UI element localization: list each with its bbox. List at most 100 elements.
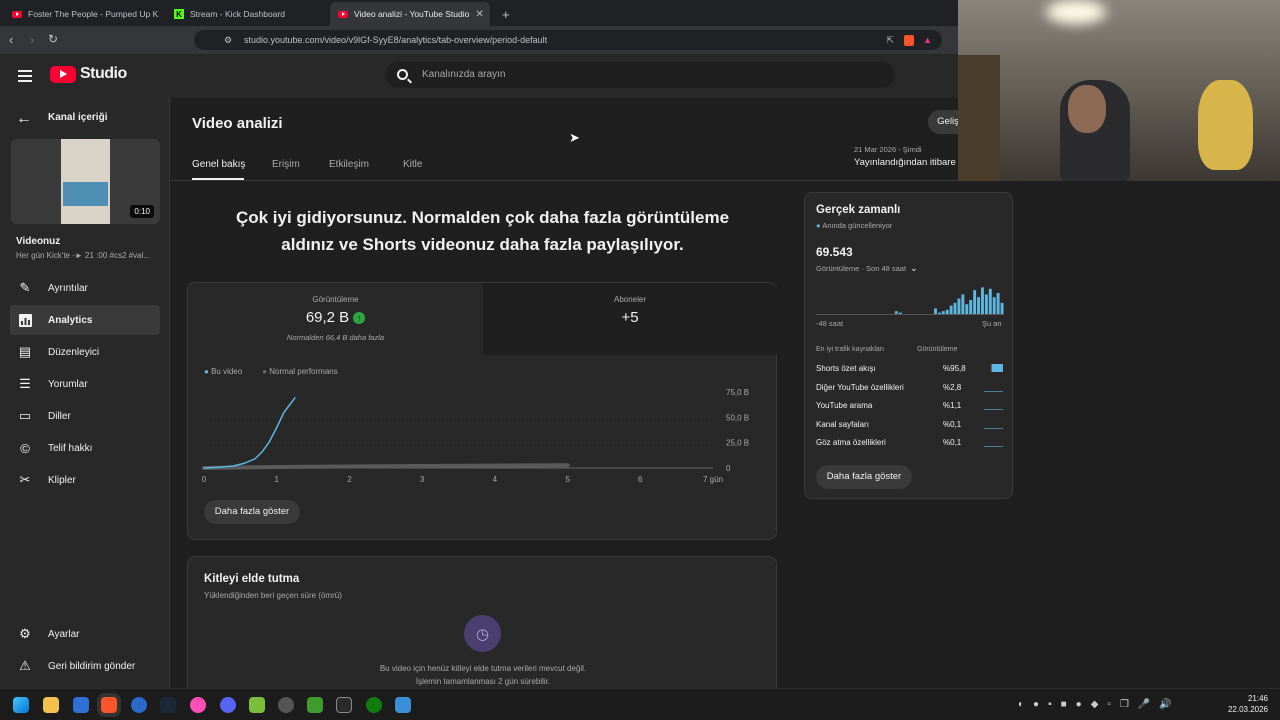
tab-title: Stream - Kick Dashboard [190, 9, 285, 19]
realtime-period-selector[interactable]: Görüntüleme · Son 48 saat ⌄ [816, 263, 918, 274]
channel-search-input[interactable]: Kanalınızda arayın [385, 62, 895, 88]
traffic-source-row[interactable]: Göz atma özellikleri %0,1 [816, 438, 1004, 452]
date-range[interactable]: 21 Mar 2026 - Şimdi [854, 145, 922, 154]
app-icon[interactable] [131, 697, 147, 713]
new-tab-button[interactable]: + [494, 2, 516, 26]
views-value: 69,2 B [305, 309, 350, 326]
sparkline [984, 364, 1003, 372]
period-selector[interactable]: Yayınlandığından itibare [854, 157, 956, 168]
realtime-bar-chart[interactable] [816, 285, 1004, 315]
sidebar-item-label: Düzenleyici [48, 346, 100, 358]
traffic-source-value: %95,8 [943, 364, 966, 373]
video-thumbnail[interactable]: 0:10 [11, 139, 160, 224]
epic-games-icon[interactable] [336, 697, 352, 713]
views-note: Normalden 66,4 B daha fazla [286, 333, 385, 342]
series-line [203, 397, 296, 469]
windows-start-icon[interactable] [13, 697, 29, 713]
system-tray-icons[interactable]: ◐●▪■●◆▫❒🎤🔊 [1018, 699, 1181, 710]
x-tick-label: 5 [565, 475, 570, 484]
xbox-icon[interactable] [366, 697, 382, 713]
tab-overview[interactable]: Genel bakış [192, 159, 245, 170]
realtime-bar [973, 290, 977, 314]
subscribers-label: Aboneler [613, 295, 647, 304]
show-more-button[interactable]: Daha fazla göster [204, 500, 300, 524]
sidebar-item-languages[interactable]: ▭ Diller [10, 401, 160, 431]
tab-engagement[interactable]: Etkileşim [329, 159, 369, 170]
discord-icon[interactable] [220, 697, 236, 713]
file-explorer-icon[interactable] [43, 697, 59, 713]
browser-tab-music[interactable]: Foster The People - Pumped Up K [4, 2, 164, 26]
tab-audience[interactable]: Kitle [403, 159, 422, 170]
site-info-icon[interactable]: ⚙ [224, 30, 232, 50]
sidebar-item-label: Analytics [48, 314, 93, 326]
realtime-show-more-button[interactable]: Daha fazla göster [816, 465, 912, 489]
realtime-card: Gerçek zamanlı ● Anında güncelleniyor 69… [804, 192, 1013, 499]
forward-arrow-icon[interactable]: › [30, 32, 34, 47]
rewards-icon[interactable]: ▲ [923, 30, 932, 50]
sidebar-item-feedback[interactable]: ⚠ Geri bildirim gönder [10, 651, 160, 681]
sidebar-item-details[interactable]: ✎ Ayrıntılar [10, 273, 160, 303]
realtime-bar [996, 293, 1000, 314]
studio-logo[interactable]: Studio [50, 65, 127, 83]
traffic-source-row[interactable]: Diğer YouTube özellikleri %2,8 [816, 383, 1004, 397]
share-icon[interactable]: ⇱ [886, 30, 894, 50]
sidebar-item-label: Ayarlar [48, 628, 80, 640]
logo-text: Studio [80, 65, 127, 82]
tabs-divider [171, 180, 960, 181]
subscribers-value: +5 [621, 309, 639, 326]
sidebar-item-label: Diller [48, 410, 71, 422]
editor-icon: ▤ [18, 344, 32, 359]
views-line-chart[interactable]: 75,0 B 50,0 B 25,0 B 0 0 1 2 3 4 5 6 7 gün [188, 378, 778, 488]
realtime-bar [934, 308, 937, 314]
sidebar-item-settings[interactable]: ⚙ Ayarlar [10, 619, 160, 649]
subscribers-metric[interactable]: Aboneler +5 [483, 283, 777, 355]
app-icon[interactable] [278, 697, 294, 713]
performance-headline: Çok iyi gidiyorsunuz. Normalden çok daha… [235, 208, 730, 254]
traffic-source-name: YouTube arama [816, 401, 873, 410]
sparkline [984, 446, 1003, 447]
sidebar-item-copyright[interactable]: © Telif hakkı [10, 433, 160, 463]
back-to-content-link[interactable]: Kanal içeriği [48, 112, 107, 123]
sidebar-item-analytics[interactable]: Analytics [10, 305, 160, 335]
steam-icon[interactable] [160, 697, 176, 713]
trend-up-icon: ↑ [353, 311, 366, 324]
browser-tab-studio[interactable]: Video analizi - YouTube Studio ✕ [330, 2, 490, 26]
reload-icon[interactable]: ↻ [48, 32, 58, 46]
back-arrow-icon[interactable]: ‹ [9, 32, 13, 47]
clock-time[interactable]: 21:46 [1228, 694, 1268, 703]
realtime-bar [941, 311, 945, 314]
app-icon[interactable] [249, 697, 265, 713]
traffic-source-row[interactable]: Shorts özet akışı %95,8 [816, 364, 1004, 378]
x-tick-label: 7 gün [703, 475, 723, 484]
address-bar[interactable]: ⚙ studio.youtube.com/video/v9lGf-SyyE8/a… [194, 30, 942, 50]
sidebar-item-label: Geri bildirim gönder [48, 660, 136, 672]
views-metric[interactable]: Görüntüleme 69,2 B ↑ Normalden 66,4 B da… [188, 283, 483, 355]
app-icon[interactable] [73, 697, 89, 713]
brave-browser-icon[interactable] [101, 697, 117, 713]
clock-date[interactable]: 22.03.2026 [1218, 705, 1268, 714]
sidebar-item-label: Yorumlar [48, 378, 88, 390]
traffic-source-row[interactable]: Kanal sayfaları %0,1 [816, 420, 1004, 434]
kick-favicon-icon: K [174, 9, 184, 19]
sidebar-item-comments[interactable]: ☰ Yorumlar [10, 369, 160, 399]
app-icon[interactable] [190, 697, 206, 713]
tab-reach[interactable]: Erişim [272, 159, 300, 170]
sidebar-item-clips[interactable]: ✂ Klipler [10, 465, 160, 495]
back-arrow-icon[interactable]: ← [16, 110, 32, 128]
traffic-source-value: %2,8 [943, 382, 962, 392]
x-tick-label: 4 [493, 475, 498, 484]
pencil-icon: ✎ [19, 280, 31, 295]
traffic-source-row[interactable]: YouTube arama %1,1 [816, 401, 1004, 415]
app-icon[interactable] [395, 697, 411, 713]
menu-icon[interactable] [18, 70, 32, 82]
minecraft-icon[interactable] [307, 697, 323, 713]
legend-this-video: ● Bu video [204, 367, 242, 376]
video-description: Her gün Kick'te -► 21 :00 #cs2 #val... [16, 251, 150, 260]
realtime-bar [981, 287, 984, 314]
brave-shield-icon[interactable] [904, 35, 914, 46]
close-tab-icon[interactable]: ✕ [475, 9, 483, 20]
traffic-header: En iyi trafik kaynakları [816, 346, 885, 353]
browser-tab-kick[interactable]: K Stream - Kick Dashboard [166, 2, 326, 26]
traffic-source-value: %0,1 [943, 419, 962, 429]
sidebar-item-editor[interactable]: ▤ Düzenleyici [10, 337, 160, 367]
